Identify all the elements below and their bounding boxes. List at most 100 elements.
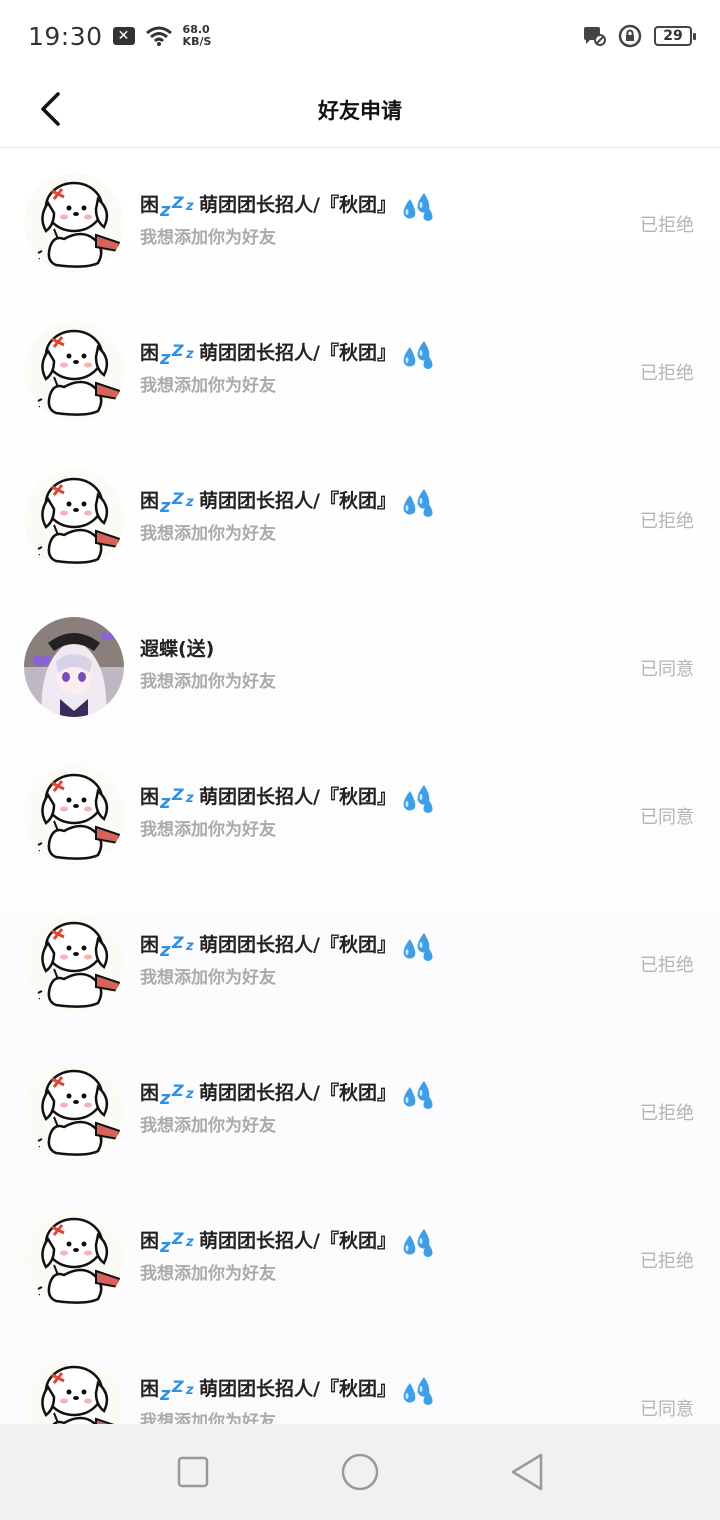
app-bar: 好友申请 bbox=[0, 72, 720, 148]
sweat-droplets-emoji-icon bbox=[400, 1369, 436, 1405]
zzz-emoji-icon bbox=[160, 928, 198, 958]
notification-x-icon: ✕ bbox=[112, 27, 135, 45]
request-message: 我想添加你为好友 bbox=[140, 1412, 276, 1424]
request-status: 已拒绝 bbox=[640, 1251, 694, 1272]
request-info: 困 萌团团长招人/『秋团』 我想添加你为好友 bbox=[140, 1369, 436, 1424]
request-info: 困 萌团团长招人/『秋团』 我想添加你为好友 bbox=[140, 925, 436, 988]
chevron-left-icon bbox=[41, 92, 60, 126]
puppy-avatar-image bbox=[24, 173, 124, 273]
zzz-emoji-icon bbox=[160, 780, 198, 810]
requester-name: 困 萌团团长招人/『秋团』 bbox=[140, 333, 436, 369]
request-message: 我想添加你为好友 bbox=[140, 524, 276, 544]
requester-name: 困 萌团团长招人/『秋团』 bbox=[140, 1369, 436, 1405]
sweat-droplets-emoji-icon bbox=[400, 1221, 436, 1257]
sweat-droplets-emoji-icon bbox=[400, 1073, 436, 1109]
request-info: 困 萌团团长招人/『秋团』 我想添加你为好友 bbox=[140, 333, 436, 396]
square-icon bbox=[178, 1456, 209, 1488]
zzz-emoji-icon bbox=[160, 484, 198, 514]
request-info: 困 萌团团长招人/『秋团』 我想添加你为好友 bbox=[140, 1221, 436, 1284]
requester-name: 困 萌团团长招人/『秋团』 bbox=[140, 777, 436, 813]
wifi-icon bbox=[145, 26, 172, 46]
clock: 19:30 bbox=[28, 21, 103, 51]
request-message: 我想添加你为好友 bbox=[140, 672, 276, 692]
system-nav-bar bbox=[0, 1424, 720, 1520]
name-text: 萌团团长招人/『秋团』 bbox=[199, 193, 396, 216]
puppy-avatar-image bbox=[24, 765, 124, 865]
request-info: 困 萌团团长招人/『秋团』 我想添加你为好友 bbox=[140, 1073, 436, 1136]
request-status: 已拒绝 bbox=[640, 1103, 694, 1124]
name-text: 萌团团长招人/『秋团』 bbox=[199, 1081, 396, 1104]
name-prefix: 困 bbox=[140, 193, 160, 216]
avatar[interactable] bbox=[24, 617, 124, 717]
request-message: 我想添加你为好友 bbox=[140, 968, 276, 988]
sweat-droplets-emoji-icon bbox=[400, 481, 436, 517]
name-text: 萌团团长招人/『秋团』 bbox=[199, 933, 396, 956]
friend-request-row[interactable]: 困 萌团团长招人/『秋团』 我想添加你为好友 已拒绝 bbox=[0, 1185, 720, 1333]
zzz-emoji-icon bbox=[160, 1076, 198, 1106]
name-text: 萌团团长招人/『秋团』 bbox=[199, 1229, 396, 1252]
request-status: 已拒绝 bbox=[640, 511, 694, 532]
name-prefix: 困 bbox=[140, 1377, 160, 1400]
zzz-emoji-icon bbox=[160, 1372, 198, 1402]
message-blocked-icon bbox=[584, 27, 606, 46]
triangle-back-icon bbox=[511, 1453, 542, 1491]
requester-name: 困 萌团团长招人/『秋团』 bbox=[140, 481, 436, 517]
avatar[interactable] bbox=[24, 913, 124, 1013]
zzz-emoji-icon bbox=[160, 188, 198, 218]
request-status: 已同意 bbox=[640, 807, 694, 828]
request-info: 困 萌团团长招人/『秋团』 我想添加你为好友 bbox=[140, 185, 436, 248]
friend-request-list[interactable]: 困 萌团团长招人/『秋团』 我想添加你为好友 已拒绝 困 萌团团长招人/『秋团』… bbox=[0, 149, 720, 1424]
avatar[interactable] bbox=[24, 173, 124, 273]
avatar[interactable] bbox=[24, 321, 124, 421]
friend-request-row[interactable]: 困 萌团团长招人/『秋团』 我想添加你为好友 已拒绝 bbox=[0, 297, 720, 445]
battery-icon: 29 bbox=[654, 26, 696, 46]
name-prefix: 困 bbox=[140, 489, 160, 512]
avatar[interactable] bbox=[24, 1357, 124, 1424]
request-message: 我想添加你为好友 bbox=[140, 376, 276, 396]
battery-level: 29 bbox=[663, 28, 683, 44]
name-prefix: 困 bbox=[140, 785, 160, 808]
zzz-emoji-icon bbox=[160, 1224, 198, 1254]
sweat-droplets-emoji-icon bbox=[400, 777, 436, 813]
back-button[interactable] bbox=[30, 84, 70, 134]
avatar[interactable] bbox=[24, 1209, 124, 1309]
friend-request-row[interactable]: 困 萌团团长招人/『秋团』 我想添加你为好友 已拒绝 bbox=[0, 889, 720, 1037]
name-text: 萌团团长招人/『秋团』 bbox=[199, 341, 396, 364]
rotation-lock-icon bbox=[618, 24, 642, 48]
request-info: 困 萌团团长招人/『秋团』 我想添加你为好友 bbox=[140, 777, 436, 840]
avatar[interactable] bbox=[24, 765, 124, 865]
friend-request-row[interactable]: 困 萌团团长招人/『秋团』 我想添加你为好友 已同意 bbox=[0, 1333, 720, 1424]
anime-girl-avatar-image bbox=[24, 617, 124, 717]
friend-request-row[interactable]: 遐蝶(送) 我想添加你为好友 已同意 bbox=[0, 593, 720, 741]
recent-apps-button[interactable] bbox=[168, 1447, 218, 1497]
friend-request-row[interactable]: 困 萌团团长招人/『秋团』 我想添加你为好友 已拒绝 bbox=[0, 445, 720, 593]
requester-name: 困 萌团团长招人/『秋团』 bbox=[140, 185, 436, 221]
avatar[interactable] bbox=[24, 1061, 124, 1161]
puppy-avatar-image bbox=[24, 469, 124, 569]
avatar[interactable] bbox=[24, 469, 124, 569]
name-text: 萌团团长招人/『秋团』 bbox=[199, 1377, 396, 1400]
friend-request-row[interactable]: 困 萌团团长招人/『秋团』 我想添加你为好友 已拒绝 bbox=[0, 149, 720, 297]
page-title: 好友申请 bbox=[318, 98, 402, 123]
sweat-droplets-emoji-icon bbox=[400, 925, 436, 961]
request-message: 我想添加你为好友 bbox=[140, 1264, 276, 1284]
friend-request-row[interactable]: 困 萌团团长招人/『秋团』 我想添加你为好友 已同意 bbox=[0, 741, 720, 889]
name-text: 遐蝶(送) bbox=[140, 637, 215, 660]
sweat-droplets-emoji-icon bbox=[400, 333, 436, 369]
request-message: 我想添加你为好友 bbox=[140, 1116, 276, 1136]
request-info: 困 萌团团长招人/『秋团』 我想添加你为好友 bbox=[140, 481, 436, 544]
request-message: 我想添加你为好友 bbox=[140, 820, 276, 840]
request-status: 已同意 bbox=[640, 1399, 694, 1420]
circle-icon bbox=[341, 1453, 379, 1491]
status-bar: 19:30 ✕ 68.0 KB/S 29 bbox=[0, 0, 720, 72]
network-speed: 68.0 KB/S bbox=[183, 24, 212, 48]
requester-name: 困 萌团团长招人/『秋团』 bbox=[140, 1221, 436, 1257]
name-prefix: 困 bbox=[140, 1081, 160, 1104]
network-speed-unit: KB/S bbox=[182, 35, 212, 48]
back-nav-button[interactable] bbox=[502, 1447, 552, 1497]
request-info: 遐蝶(送) 我想添加你为好友 bbox=[140, 629, 276, 693]
puppy-avatar-image bbox=[24, 1357, 124, 1424]
home-button[interactable] bbox=[335, 1447, 385, 1497]
requester-name: 困 萌团团长招人/『秋团』 bbox=[140, 925, 436, 961]
friend-request-row[interactable]: 困 萌团团长招人/『秋团』 我想添加你为好友 已拒绝 bbox=[0, 1037, 720, 1185]
